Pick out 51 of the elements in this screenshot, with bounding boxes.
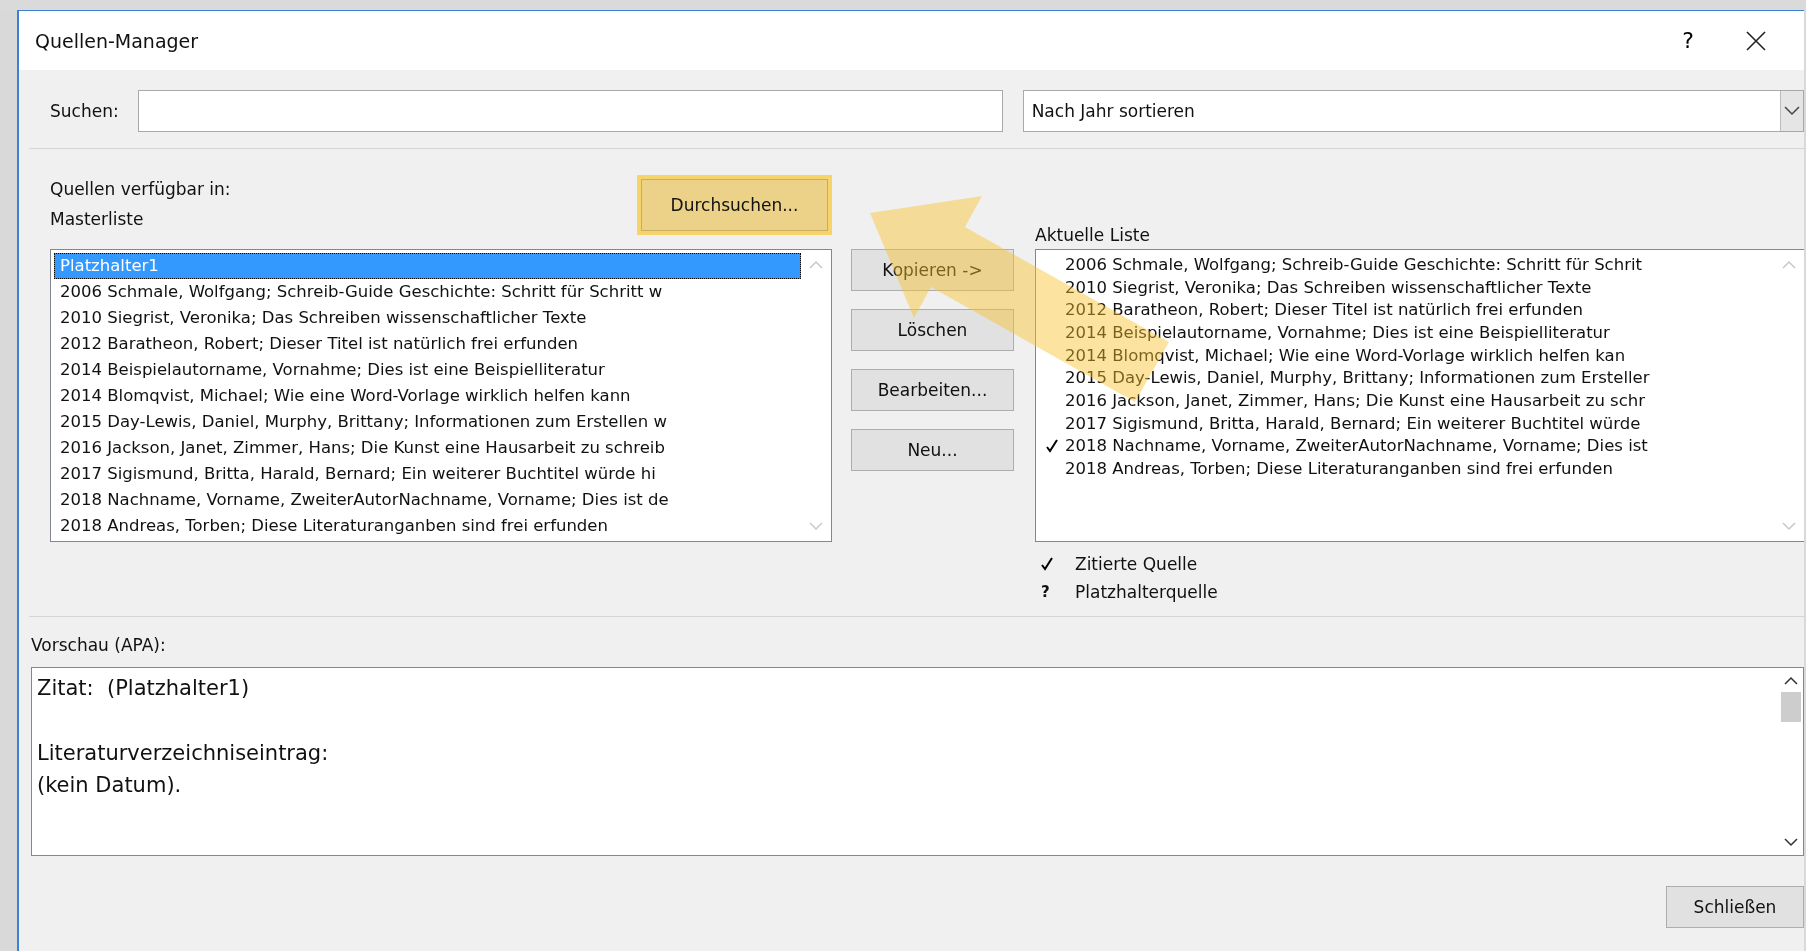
preview-text: Literaturverzeichniseintrag: xyxy=(37,740,330,767)
legend-symbol: ? xyxy=(1041,583,1050,601)
scroll-up-icon xyxy=(809,260,823,270)
list-item[interactable]: 2006 Schmale, Wolfgang; Schreib-Guide Geschichte: Schritt für Schritt w xyxy=(54,279,801,305)
scroll-thumb[interactable] xyxy=(1781,692,1801,722)
preview-label: Vorschau (APA): xyxy=(31,635,167,655)
window-title: Quellen-Manager xyxy=(35,29,199,52)
list-item[interactable]: 2018 Nachname, Vorname, ZweiterAutorNachname, Vorname; Dies ist xyxy=(1065,436,1648,456)
action-button[interactable]: Löschen xyxy=(851,309,1014,351)
list-label: Masterliste xyxy=(50,209,145,229)
sources-label: Quellen verfügbar in: xyxy=(50,179,232,199)
scroll-up-icon xyxy=(1784,676,1798,686)
list-item[interactable]: 2010 Siegrist, Veronika; Das Schreiben wissenschaftlicher Texte xyxy=(54,305,801,331)
action-button[interactable]: Neu... xyxy=(851,429,1014,471)
list-item[interactable]: 2015 Day-Lewis, Daniel, Murphy, Brittany; Informationen zum Ersteller xyxy=(1065,368,1650,388)
list-item[interactable]: 2016 Jackson, Janet, Zimmer, Hans; Die Kunst eine Hausarbeit zu schreib xyxy=(54,435,801,461)
list-item[interactable]: 2010 Siegrist, Veronika; Das Schreiben wissenschaftlicher Texte xyxy=(1065,277,1592,297)
search-field[interactable] xyxy=(137,90,1003,132)
scroll-down-icon xyxy=(1782,521,1796,531)
close-button[interactable] xyxy=(1746,30,1766,51)
action-button[interactable]: Bearbeiten... xyxy=(851,369,1014,411)
close-dialog-button[interactable]: Schließen xyxy=(1666,886,1804,928)
list-label: Aktuelle Liste xyxy=(1035,225,1150,245)
list-item[interactable]: 2017 Sigismund, Britta, Harald, Bernard; Ein weiterer Buchtitel würde hi xyxy=(54,461,801,487)
preview-text: (kein Datum). xyxy=(37,772,183,799)
browse-button[interactable]: Durchsuchen... xyxy=(641,179,828,231)
list-item[interactable]: 2015 Day-Lewis, Daniel, Murphy, Brittany; Informationen zum Erstellen w xyxy=(54,409,801,435)
list-item[interactable]: 2012 Baratheon, Robert; Dieser Titel ist natürlich frei erfunden xyxy=(54,331,801,357)
list-item[interactable]: 2018 Andreas, Torben; Diese Literaturanganben sind frei erfunden xyxy=(54,513,801,539)
scroll-up-icon xyxy=(1782,260,1796,270)
list-item[interactable]: 2018 Nachname, Vorname, ZweiterAutorNachname, Vorname; Dies ist de xyxy=(54,487,801,513)
list-item[interactable]: 2006 Schmale, Wolfgang; Schreib-Guide Geschichte: Schritt für Schrit xyxy=(1065,254,1642,274)
list-item[interactable]: 2018 Andreas, Torben; Diese Literaturanganben sind frei erfunden xyxy=(1065,459,1613,479)
list-item[interactable]: 2014 Blomqvist, Michael; Wie eine Word-Vorlage wirklich helfen kann xyxy=(54,383,801,409)
list-item[interactable]: 2014 Beispielautorname, Vornahme; Dies ist eine Beispielliteratur xyxy=(1065,322,1610,342)
chevron-down-icon xyxy=(1784,106,1800,116)
list-item[interactable]: 2014 Blomqvist, Michael; Wie eine Word-Vorlage wirklich helfen kan xyxy=(1065,345,1626,365)
preview-text: Zitat: (Platzhalter1) xyxy=(37,675,251,702)
close-icon xyxy=(1746,30,1766,51)
legend-label: Platzhalterquelle xyxy=(1075,582,1218,602)
list-item[interactable]: 2016 Jackson, Janet, Zimmer, Hans; Die Kunst eine Hausarbeit zu schr xyxy=(1065,390,1646,410)
sort-dropdown[interactable]: Nach Jahr sortieren xyxy=(1022,90,1804,132)
scroll-down-icon xyxy=(1784,837,1798,847)
search-label: Suchen: xyxy=(50,101,119,121)
list-item[interactable]: 2012 Baratheon, Robert; Dieser Titel ist natürlich frei erfunden xyxy=(1065,300,1584,320)
legend-label: Zitierte Quelle xyxy=(1075,554,1198,574)
help-button[interactable]: ? xyxy=(1682,28,1694,53)
check-icon xyxy=(1041,557,1053,571)
scroll-down-icon xyxy=(809,521,823,531)
list-item[interactable]: 2014 Beispielautorname, Vornahme; Dies ist eine Beispielliteratur xyxy=(54,357,801,383)
list-item[interactable]: 2017 Sigismund, Britta, Harald, Bernard; Ein weiterer Buchtitel würde xyxy=(1065,413,1641,433)
